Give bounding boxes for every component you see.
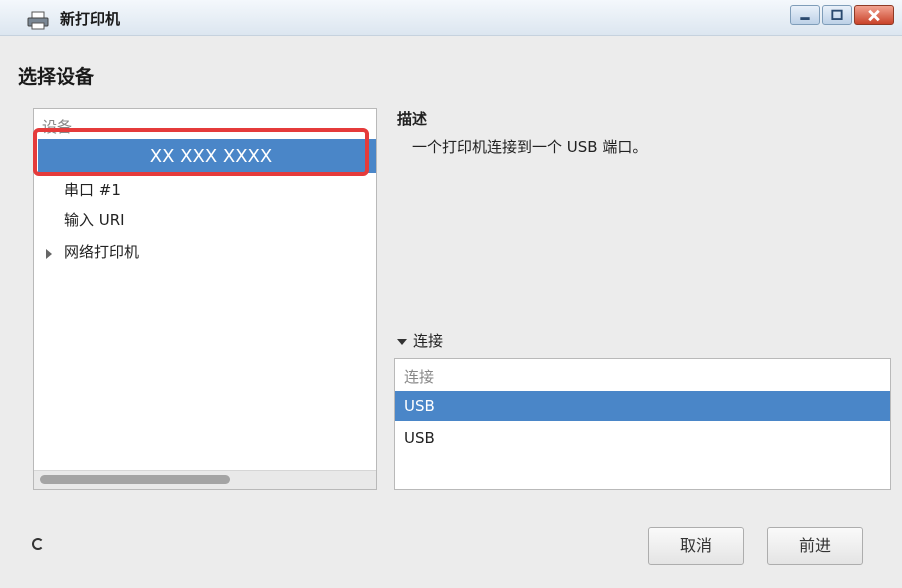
window-controls bbox=[790, 5, 894, 25]
connection-row[interactable]: USB bbox=[395, 423, 890, 453]
connection-list[interactable]: 连接 USB USB bbox=[394, 358, 891, 490]
description-text: 一个打印机连接到一个 USB 端口。 bbox=[412, 138, 648, 156]
device-item-uri[interactable]: 输入 URI bbox=[64, 209, 125, 230]
maximize-button[interactable] bbox=[822, 5, 852, 25]
loading-spinner-icon bbox=[32, 538, 44, 550]
annotation-highlight bbox=[33, 128, 369, 176]
connection-row-selected[interactable]: USB bbox=[395, 391, 890, 421]
expander-down-icon bbox=[397, 338, 407, 345]
minimize-button[interactable] bbox=[790, 5, 820, 25]
description-label: 描述 bbox=[397, 110, 428, 128]
maximize-icon bbox=[831, 9, 843, 20]
horizontal-scrollbar[interactable] bbox=[34, 470, 376, 489]
expand-arrow-icon[interactable] bbox=[46, 249, 52, 259]
connection-column-header[interactable]: 连接 bbox=[404, 366, 434, 387]
close-icon bbox=[868, 9, 880, 22]
connection-toggle-label: 连接 bbox=[413, 332, 444, 350]
close-button[interactable] bbox=[854, 5, 894, 25]
device-item-network[interactable]: 网络打印机 bbox=[64, 241, 139, 262]
title-bar: 新打印机 bbox=[0, 0, 902, 36]
connection-expander[interactable]: 连接 bbox=[397, 330, 443, 351]
scrollbar-thumb[interactable] bbox=[40, 475, 230, 484]
device-item-serial[interactable]: 串口 #1 bbox=[64, 179, 121, 200]
cancel-button[interactable]: 取消 bbox=[648, 527, 744, 565]
printer-icon bbox=[27, 11, 49, 30]
minimize-icon bbox=[800, 17, 810, 20]
window-title: 新打印机 bbox=[60, 10, 121, 28]
forward-button[interactable]: 前进 bbox=[767, 527, 863, 565]
page-heading: 选择设备 bbox=[18, 66, 95, 88]
